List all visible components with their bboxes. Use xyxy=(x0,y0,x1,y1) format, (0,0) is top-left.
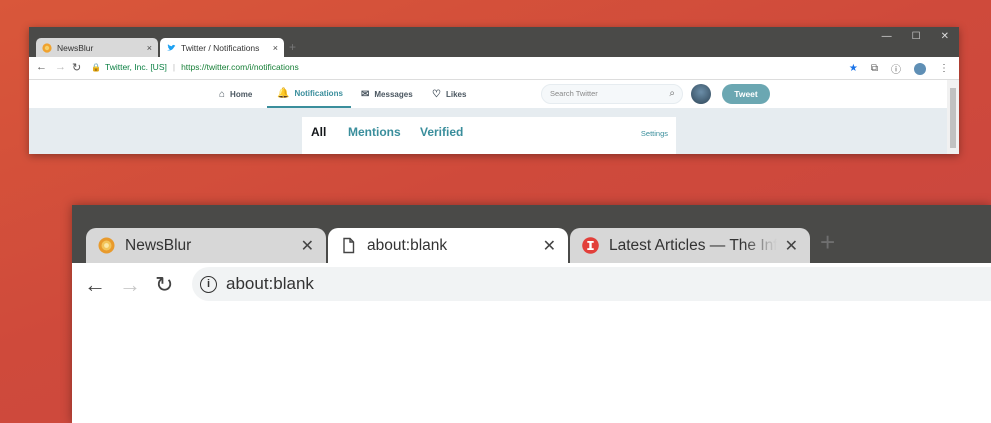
close-icon[interactable]: × xyxy=(273,43,278,53)
nav-notifications[interactable]: 🔔 Notifications xyxy=(267,80,351,108)
nav-label: Likes xyxy=(445,89,467,99)
home-icon: ⌂ xyxy=(219,88,226,100)
tab-strip: NewsBlur × Twitter / Notifications × + —… xyxy=(29,27,959,57)
reload-button[interactable]: ↻ xyxy=(155,272,173,298)
tab-newsblur[interactable]: NewsBlur × xyxy=(36,38,158,57)
tab-title: Latest Articles — The Info xyxy=(609,236,777,254)
newsblur-icon xyxy=(42,42,52,53)
background-browser-window[interactable]: NewsBlur × Twitter / Notifications × + —… xyxy=(29,27,959,154)
page-content xyxy=(72,307,991,423)
twitter-nav-bar: ⌂ Home 🔔 Notifications ✉ Messages ♡ Like… xyxy=(29,80,947,109)
search-input[interactable]: Search Twitter ⌕ xyxy=(541,84,683,104)
forward-button[interactable]: → xyxy=(55,61,66,73)
tab-strip: NewsBlur ✕ about:blank ✕ Latest Articles… xyxy=(72,205,991,263)
info-icon[interactable]: ⓘ xyxy=(891,61,901,76)
notifications-body: All Mentions Verified Settings xyxy=(29,109,947,154)
scrollbar-thumb[interactable] xyxy=(950,88,956,148)
url-text[interactable]: about:blank xyxy=(226,274,314,294)
scrollbar[interactable] xyxy=(947,80,959,154)
tweet-button[interactable]: Tweet xyxy=(722,84,770,104)
tab-title: NewsBlur xyxy=(57,42,94,53)
back-button[interactable]: ← xyxy=(84,272,106,298)
tab-title: Twitter / Notifications xyxy=(181,42,260,53)
back-button[interactable]: ← xyxy=(36,61,47,73)
nav-label: Home xyxy=(230,89,253,99)
tab-mentions[interactable]: Mentions xyxy=(348,125,401,139)
tab-title: about:blank xyxy=(367,236,448,254)
nav-home[interactable]: ⌂ Home xyxy=(219,80,252,108)
tab-title: NewsBlur xyxy=(125,236,192,254)
forward-button[interactable]: → xyxy=(119,272,141,298)
tab-verified[interactable]: Verified xyxy=(420,125,463,139)
foreground-browser-window[interactable]: NewsBlur ✕ about:blank ✕ Latest Articles… xyxy=(72,205,991,423)
heart-icon: ♡ xyxy=(432,88,441,100)
window-controls: — ☐ ✕ xyxy=(882,31,949,42)
tab-latest-articles[interactable]: Latest Articles — The Info ✕ xyxy=(570,228,810,263)
search-placeholder: Search Twitter xyxy=(550,89,598,98)
close-icon[interactable]: ✕ xyxy=(301,236,314,256)
tab-about-blank[interactable]: about:blank ✕ xyxy=(328,228,568,263)
settings-link[interactable]: Settings xyxy=(641,129,668,138)
notifications-panel: All Mentions Verified Settings xyxy=(302,117,676,154)
lock-icon: 🔒 xyxy=(91,63,101,72)
the-information-icon xyxy=(582,237,599,254)
toolbar: ← → ↻ 🔒 Twitter, Inc. [US] | https://twi… xyxy=(29,57,959,80)
info-icon[interactable]: i xyxy=(200,275,217,293)
tab-all[interactable]: All xyxy=(311,125,326,139)
close-icon[interactable]: × xyxy=(147,43,152,53)
close-window-icon[interactable]: ✕ xyxy=(941,31,949,42)
bookmark-star-icon[interactable]: ★ xyxy=(849,63,858,74)
nav-messages[interactable]: ✉ Messages xyxy=(361,80,413,108)
nav-likes[interactable]: ♡ Likes xyxy=(432,80,466,108)
bell-icon: 🔔 xyxy=(277,87,290,99)
nav-label: Messages xyxy=(374,89,413,99)
close-icon[interactable]: ✕ xyxy=(785,236,798,256)
address-bar[interactable]: 🔒 Twitter, Inc. [US] | https://twitter.c… xyxy=(91,60,299,75)
url-text[interactable]: https://twitter.com/i/notifications xyxy=(181,60,299,75)
tab-newsblur[interactable]: NewsBlur ✕ xyxy=(86,228,326,263)
nav-label: Notifications xyxy=(294,88,343,98)
site-identity: Twitter, Inc. [US] xyxy=(104,62,167,72)
menu-icon[interactable]: ⋮ xyxy=(939,63,949,74)
search-icon[interactable]: ⌕ xyxy=(669,85,675,103)
newsblur-icon xyxy=(98,237,115,254)
toolbar-actions: ★ ⧉ ⓘ ⋮ xyxy=(849,61,949,76)
avatar[interactable] xyxy=(691,84,711,104)
maximize-icon[interactable]: ☐ xyxy=(912,31,921,42)
reload-button[interactable]: ↻ xyxy=(72,61,81,74)
new-tab-button[interactable]: + xyxy=(820,227,835,257)
extension-icon[interactable]: ⧉ xyxy=(871,63,878,74)
profile-avatar[interactable] xyxy=(914,62,926,75)
twitter-bird-icon xyxy=(167,43,176,50)
new-tab-button[interactable]: + xyxy=(289,40,296,54)
toolbar: ← → ↻ i about:blank xyxy=(72,263,991,307)
close-icon[interactable]: ✕ xyxy=(543,236,556,256)
address-bar[interactable]: i about:blank xyxy=(192,267,991,301)
separator: | xyxy=(172,62,176,72)
minimize-icon[interactable]: — xyxy=(882,31,892,42)
blank-page-icon xyxy=(343,237,355,254)
envelope-icon: ✉ xyxy=(361,88,370,100)
tab-twitter-notifications[interactable]: Twitter / Notifications × xyxy=(160,38,284,57)
